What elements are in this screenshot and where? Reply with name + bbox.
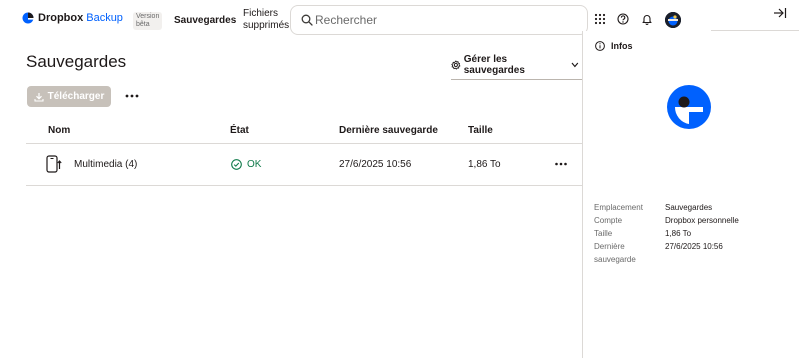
- row-size: 1,86 To: [468, 159, 501, 170]
- manage-backups-button[interactable]: Gérer les sauvegardes: [451, 54, 582, 80]
- detail-key-line2: sauvegarde: [594, 255, 636, 264]
- row-state: OK: [231, 159, 261, 170]
- column-header-last-backup[interactable]: Dernière sauvegarde: [339, 125, 438, 136]
- column-header-name[interactable]: Nom: [48, 125, 70, 136]
- dropbox-logo-icon: [22, 12, 34, 24]
- search-icon: [301, 14, 313, 26]
- dropbox-backup-logo-icon: [667, 85, 711, 129]
- download-icon: [34, 92, 44, 102]
- beta-badge-line2: bêta: [136, 21, 150, 28]
- info-icon: [595, 41, 605, 51]
- gear-icon: [451, 60, 461, 70]
- avatar[interactable]: [665, 12, 681, 28]
- check-circle-icon: [231, 159, 242, 170]
- search-box[interactable]: [290, 5, 588, 35]
- phone-backup-icon: [46, 155, 62, 173]
- more-actions-icon[interactable]: [123, 89, 141, 103]
- detail-key: Emplacement: [594, 203, 643, 212]
- nav-deleted-files[interactable]: Fichiers supprimés: [243, 8, 289, 32]
- brand-name: Dropbox: [38, 12, 84, 24]
- beta-badge: Version bêta: [133, 12, 163, 30]
- nav-deleted-line2: supprimés: [243, 20, 290, 31]
- table-header: Nom État Dernière sauvegarde Taille: [26, 122, 582, 144]
- detail-key: Dernière sauvegarde: [594, 240, 660, 266]
- beta-badge-line1: Version: [136, 13, 160, 20]
- row-more-icon[interactable]: [554, 160, 568, 168]
- download-label: Télécharger: [47, 91, 105, 102]
- row-name[interactable]: Multimedia (4): [74, 159, 137, 170]
- detail-value: Dropbox personnelle: [665, 216, 739, 225]
- detail-value: Sauvegardes: [665, 203, 713, 212]
- main-content: Sauvegardes Gérer les sauvegardes Téléch…: [0, 40, 582, 358]
- table-row[interactable]: Multimedia (4) OK 27/6/2025 10:56 1,86 T…: [26, 144, 582, 186]
- nav-deleted-line1: Fichiers: [243, 8, 279, 19]
- avatar-image: [665, 12, 681, 28]
- column-header-size[interactable]: Taille: [468, 125, 493, 136]
- brand-product: Backup: [86, 12, 123, 24]
- info-panel: Infos Emplacement Sauvegardes Compte Dro…: [582, 31, 799, 358]
- bell-icon[interactable]: [641, 13, 653, 25]
- detail-key-line1: Dernière: [594, 242, 625, 251]
- help-icon[interactable]: [617, 13, 629, 25]
- detail-value: 27/6/2025 10:56: [665, 242, 723, 251]
- column-header-state[interactable]: État: [230, 125, 249, 136]
- apps-grid-icon[interactable]: [594, 13, 606, 25]
- detail-value: 1,86 To: [665, 229, 692, 238]
- page-title: Sauvegardes: [26, 52, 127, 71]
- detail-key: Taille: [594, 229, 613, 238]
- detail-key: Compte: [594, 216, 623, 225]
- collapse-panel-icon[interactable]: [773, 7, 787, 19]
- search-input[interactable]: [315, 12, 575, 28]
- row-last-backup: 27/6/2025 10:56: [339, 159, 412, 170]
- download-button[interactable]: Télécharger: [27, 86, 111, 107]
- info-panel-header: Infos: [595, 41, 633, 51]
- chevron-down-icon: [571, 62, 579, 68]
- nav-backups[interactable]: Sauvegardes: [174, 15, 236, 26]
- manage-backups-label: Gérer les sauvegardes: [463, 54, 525, 76]
- info-panel-title: Infos: [611, 41, 633, 51]
- row-state-label: OK: [247, 159, 262, 170]
- brand[interactable]: Dropbox Backup: [22, 12, 123, 24]
